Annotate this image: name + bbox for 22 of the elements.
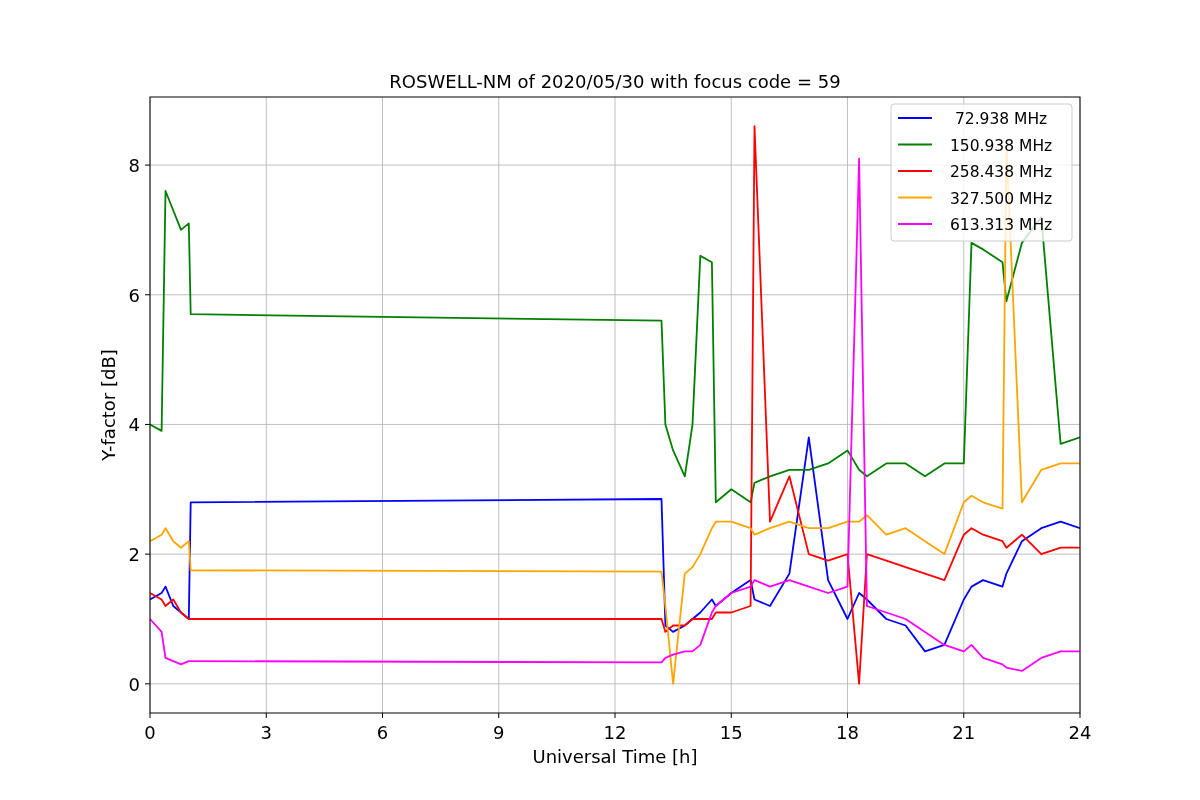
legend-label: 150.938 MHz xyxy=(950,136,1053,155)
y-tick-label: 4 xyxy=(128,414,140,436)
x-tick-label: 24 xyxy=(1068,722,1092,743)
x-tick-label: 15 xyxy=(719,722,743,743)
y-tick-label: 6 xyxy=(128,284,140,306)
chart-title: ROSWELL-NM of 2020/05/30 with focus code = 59 xyxy=(389,71,841,92)
legend-label: 258.438 MHz xyxy=(950,163,1053,181)
x-tick-label: 18 xyxy=(836,722,859,743)
y-tick-label: 8 xyxy=(128,155,140,177)
y-tick-label: 2 xyxy=(128,544,140,566)
x-axis-label: Universal Time [h] xyxy=(532,746,698,767)
legend-label: 327.500 MHz xyxy=(950,189,1053,208)
x-tick-label: 3 xyxy=(260,722,272,743)
x-tick-label: 9 xyxy=(493,722,505,743)
x-tick-label: 6 xyxy=(376,722,389,743)
legend-label: 613.313 MHz xyxy=(950,216,1053,234)
x-tick-label: 12 xyxy=(603,722,627,743)
x-tick-label: 21 xyxy=(952,722,976,743)
x-tick-label: 0 xyxy=(144,722,156,743)
y-tick-label: 0 xyxy=(128,673,140,695)
legend-label: 72.938 MHz xyxy=(954,110,1048,128)
y-axis-label: Y-factor [dB] xyxy=(98,349,119,461)
